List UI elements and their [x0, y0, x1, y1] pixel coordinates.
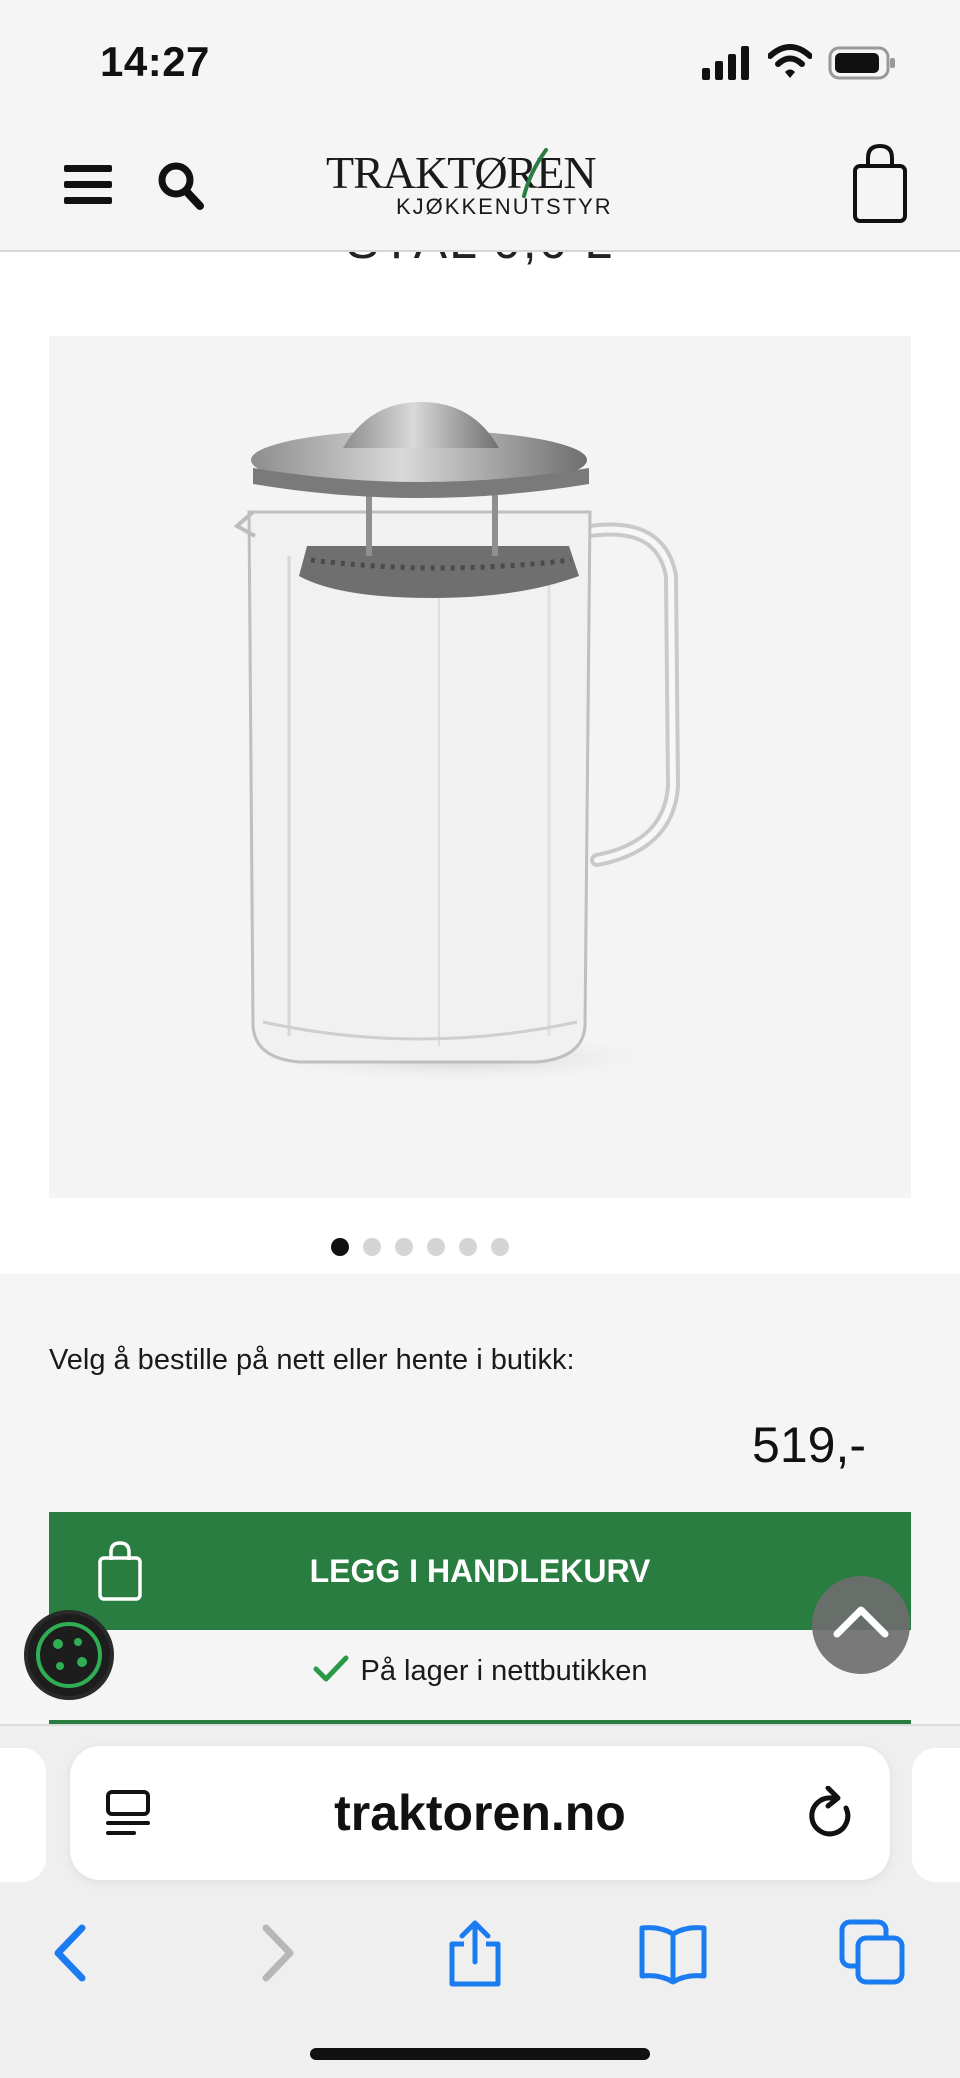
next-tab-preview[interactable]: [912, 1748, 960, 1882]
previous-tab-preview[interactable]: [0, 1748, 46, 1882]
add-to-cart-button[interactable]: LEGG I HANDLEKURV: [49, 1512, 911, 1630]
bookmarks-icon[interactable]: [638, 1918, 708, 1988]
carousel-dot-2[interactable]: [363, 1238, 381, 1256]
status-bar: 14:27: [0, 0, 960, 120]
site-header: TRAKTØREN KJØKKENUTSTYR: [0, 120, 960, 252]
order-option-prompt: Velg å bestille på nett eller hente i bu…: [49, 1344, 575, 1376]
menu-icon[interactable]: [62, 162, 114, 208]
checkmark-icon: [313, 1655, 349, 1682]
logo-wordmark: TRAKTØREN: [326, 147, 597, 198]
status-time: 14:27: [100, 38, 210, 85]
reload-icon[interactable]: [806, 1786, 858, 1842]
forward-icon[interactable]: [242, 1918, 312, 1988]
home-indicator[interactable]: [310, 2048, 650, 2060]
cookie-settings-button[interactable]: [24, 1610, 114, 1700]
browser-bottom-bar: traktoren.no: [0, 1724, 960, 2078]
battery-icon: [828, 46, 895, 80]
search-icon[interactable]: [156, 160, 204, 210]
cellular-signal-icon: [702, 46, 749, 80]
chevron-up-icon: [833, 1606, 889, 1638]
logo-tagline: KJØKKENUTSTYR: [396, 194, 613, 219]
carousel-dot-1[interactable]: [331, 1238, 349, 1256]
add-to-cart-label: LEGG I HANDLEKURV: [309, 1553, 651, 1589]
browser-toolbar: [0, 1896, 960, 2016]
product-content: STÅL 0,6 L: [0, 252, 960, 1274]
carousel-dot-5[interactable]: [459, 1238, 477, 1256]
stock-status-text: På lager i nettbutikken: [360, 1655, 648, 1687]
site-logo[interactable]: TRAKTØREN KJØKKENUTSTYR: [326, 146, 636, 232]
scroll-to-top-button[interactable]: [812, 1576, 910, 1674]
address-bar[interactable]: traktoren.no: [70, 1746, 890, 1880]
product-image[interactable]: [49, 336, 911, 1198]
carousel-dot-4[interactable]: [427, 1238, 445, 1256]
cookie-icon: [36, 1622, 102, 1688]
back-icon[interactable]: [36, 1918, 106, 1988]
product-price: 519,-: [752, 1417, 866, 1473]
carousel-dot-6[interactable]: [491, 1238, 509, 1256]
shopping-bag-icon[interactable]: [852, 144, 908, 224]
logo-leaf-icon: [522, 148, 548, 198]
glass-pitcher-image: [233, 402, 681, 1084]
carousel-dot-3[interactable]: [395, 1238, 413, 1256]
wifi-icon: [768, 44, 812, 78]
tabs-icon[interactable]: [838, 1918, 908, 1988]
carousel-dots: [0, 1238, 900, 1258]
product-title: STÅL 0,6 L: [0, 252, 960, 270]
share-icon[interactable]: [440, 1918, 510, 1988]
url-text: traktoren.no: [334, 1785, 626, 1841]
